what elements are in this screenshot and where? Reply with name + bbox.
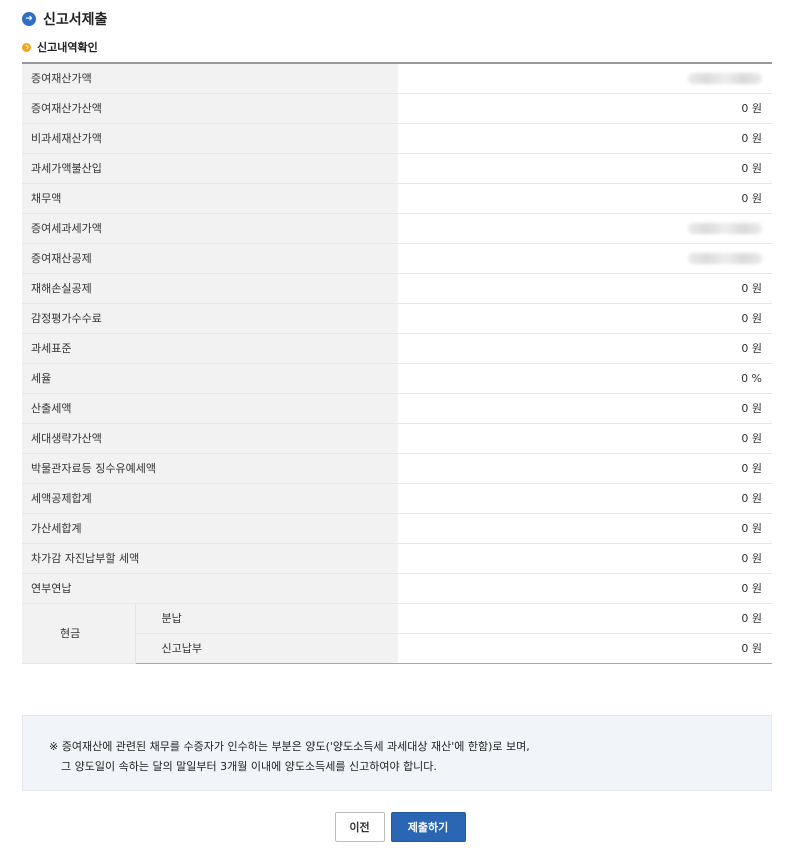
row-value: 0 원	[398, 93, 773, 124]
notice-line-2: 그 양도일이 속하는 달의 말일부터 3개월 이내에 양도소득세를 신고하여야 …	[61, 760, 437, 773]
table-row: 세율 0 %	[22, 363, 773, 394]
check-bullet-icon	[22, 42, 31, 52]
row-label: 산출세액	[22, 393, 399, 424]
row-value: 0 원	[398, 303, 773, 334]
installment-label: 분납	[135, 603, 399, 634]
row-label: 과세표준	[22, 333, 399, 364]
table-row: 가산세합계 0 원	[22, 513, 773, 544]
table-row: 현금 분납 0 원	[22, 603, 773, 664]
table-row: 신고납부 0 원	[22, 633, 773, 664]
row-value: 0 원	[398, 572, 773, 604]
masked-amount	[688, 223, 763, 234]
row-label: 증여재산가산액	[22, 93, 399, 124]
row-label: 세대생략가산액	[22, 422, 399, 454]
button-bar: 이전 제출하기	[0, 812, 800, 842]
table-row: 감정평가수수료 0 원	[22, 303, 773, 334]
masked-amount	[688, 73, 763, 85]
row-value-masked	[398, 242, 773, 274]
row-value: 0 원	[398, 422, 773, 454]
page-title: ➜ 신고서제출	[22, 10, 107, 28]
table-row: 증여세과세가액	[22, 213, 773, 244]
table-row: 산출세액 0 원	[22, 393, 773, 424]
row-label: 연부연납	[22, 572, 399, 604]
row-label: 증여세과세가액	[22, 213, 399, 244]
cash-label: 현금	[22, 603, 136, 664]
arrow-right-circle-icon: ➜	[22, 12, 36, 26]
declared-payment-label: 신고납부	[135, 633, 399, 664]
table-row: 증여재산가액	[22, 62, 773, 94]
row-label: 박물관자료등 징수유예세액	[22, 453, 399, 484]
row-value: 0 원	[398, 393, 773, 424]
prev-button[interactable]: 이전	[334, 812, 385, 842]
row-value-masked	[398, 213, 773, 244]
page-title-text: 신고서제출	[43, 12, 108, 28]
table-row: 과세표준 0 원	[22, 333, 773, 364]
row-label: 과세가액불산입	[22, 153, 399, 184]
table-row: 박물관자료등 징수유예세액 0 원	[22, 453, 773, 484]
row-label: 차가감 자진납부할 세액	[22, 543, 399, 574]
table-row: 연부연납 0 원	[22, 572, 773, 604]
row-value: 0 원	[398, 483, 773, 514]
row-value: 0 원	[398, 123, 773, 154]
row-label: 감정평가수수료	[22, 303, 399, 334]
declared-payment-value: 0 원	[398, 633, 773, 664]
row-value: 0 %	[398, 363, 773, 394]
row-value: 0 원	[398, 513, 773, 544]
masked-amount	[688, 253, 763, 264]
row-value: 0 원	[398, 543, 773, 574]
table-row: 과세가액불산입 0 원	[22, 153, 773, 184]
row-label: 가산세합계	[22, 513, 399, 544]
section-title: 신고내역확인	[22, 40, 98, 54]
row-label: 비과세재산가액	[22, 123, 399, 154]
row-value: 0 원	[398, 273, 773, 304]
table-row: 비과세재산가액 0 원	[22, 123, 773, 154]
row-label: 재해손실공제	[22, 273, 399, 304]
installment-value: 0 원	[398, 603, 773, 634]
table-row: 차가감 자진납부할 세액 0 원	[22, 543, 773, 574]
row-label: 증여재산공제	[22, 242, 399, 274]
section-title-text: 신고내역확인	[37, 41, 98, 54]
table-row: 재해손실공제 0 원	[22, 273, 773, 304]
table-row: 증여재산공제	[22, 242, 773, 274]
notice-box: ※ 증여재산에 관련된 채무를 수증자가 인수하는 부분은 양도('양도소득세 …	[22, 715, 772, 791]
row-value-masked	[398, 62, 773, 94]
table-row: 증여재산가산액 0 원	[22, 93, 773, 124]
row-label: 세액공제합계	[22, 483, 399, 514]
table-row: 세대생략가산액 0 원	[22, 422, 773, 454]
notice-line-1: ※ 증여재산에 관련된 채무를 수증자가 인수하는 부분은 양도('양도소득세 …	[49, 740, 530, 753]
row-value: 0 원	[398, 183, 773, 214]
submit-button[interactable]: 제출하기	[390, 812, 466, 842]
table-row: 채무액 0 원	[22, 183, 773, 214]
table-row: 세액공제합계 0 원	[22, 483, 773, 514]
row-value: 0 원	[398, 453, 773, 484]
row-value: 0 원	[398, 333, 773, 364]
row-value: 0 원	[398, 153, 773, 184]
row-label: 세율	[22, 363, 399, 394]
declaration-summary-table: 증여재산가액 증여재산가산액 0 원 비과세재산가액 0 원 과세가액불산입 0…	[22, 62, 773, 664]
row-label: 증여재산가액	[22, 62, 399, 94]
row-label: 채무액	[22, 183, 399, 214]
